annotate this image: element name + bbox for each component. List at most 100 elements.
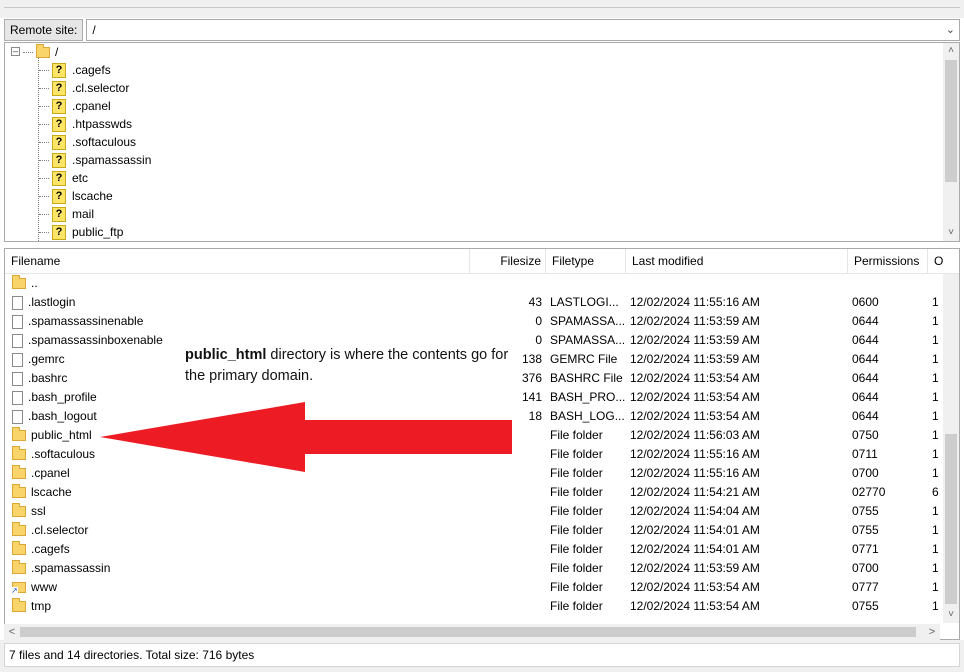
cell-owner: 1 bbox=[932, 466, 939, 480]
tree-node[interactable]: ? public_ftp bbox=[39, 223, 123, 241]
tree-node[interactable]: ? .htpasswds bbox=[39, 115, 132, 133]
cell-filetype bbox=[550, 274, 626, 293]
table-row[interactable]: .cagefs File folder 12/02/2024 11:54:01 AM… bbox=[5, 540, 939, 559]
tree-node[interactable]: ? .cl.selector bbox=[39, 79, 129, 97]
cell-filename: .lastlogin bbox=[12, 293, 467, 312]
tree-node-label: .htpasswds bbox=[72, 117, 133, 131]
question-mark-icon: ? bbox=[52, 98, 66, 114]
cell-permissions: 0755 bbox=[852, 523, 879, 537]
list-horizontal-scrollbar[interactable]: ˂ ˃ bbox=[4, 624, 940, 640]
tree-connector bbox=[39, 87, 49, 89]
table-row[interactable]: .lastlogin 43 LASTLOGI... 12/02/2024 11:55:… bbox=[5, 293, 939, 312]
minus-box-icon[interactable]: – bbox=[11, 47, 20, 56]
question-mark-icon: ? bbox=[52, 224, 66, 240]
table-row[interactable]: tmp File folder 12/02/2024 11:53:54 AM 0755… bbox=[5, 597, 939, 616]
tree-connector bbox=[39, 159, 49, 161]
tree-connector bbox=[39, 231, 49, 233]
cell-filetype: File folder bbox=[550, 504, 603, 518]
cell-last-modified: 12/02/2024 11:55:16 AM bbox=[630, 447, 760, 461]
tree-node[interactable]: ? mail bbox=[39, 205, 94, 223]
remote-path-input[interactable]: / ⌄ bbox=[86, 19, 960, 41]
cell-filename: .. bbox=[12, 274, 467, 293]
tree-node[interactable]: ? .cagefs bbox=[39, 61, 111, 79]
table-row[interactable]: .spamassassinenable 0 SPAMASSA... 12/02/202… bbox=[5, 312, 939, 331]
cell-owner: 6 bbox=[932, 485, 939, 499]
chevron-down-icon[interactable]: ⌄ bbox=[946, 20, 955, 40]
cell-last-modified: 12/02/2024 11:53:54 AM bbox=[630, 390, 760, 404]
cell-permissions: 0644 bbox=[852, 390, 879, 404]
folder-icon bbox=[12, 522, 26, 536]
cell-filetype: BASH_PRO... bbox=[550, 390, 626, 404]
cell-owner: 1 bbox=[932, 580, 939, 594]
column-filesize[interactable]: Filesize bbox=[470, 249, 546, 274]
cell-filename: www bbox=[12, 578, 467, 597]
file-icon bbox=[12, 314, 23, 329]
tree-node[interactable]: ? lscache bbox=[39, 187, 113, 205]
cell-permissions: 0600 bbox=[852, 295, 879, 309]
table-row[interactable]: ssl File folder 12/02/2024 11:54:04 AM 0755… bbox=[5, 502, 939, 521]
tree-node-label: mail bbox=[72, 207, 95, 221]
arrow-up-icon[interactable]: ˄ bbox=[943, 43, 959, 59]
tree-connector bbox=[23, 51, 33, 53]
cell-filetype: File folder bbox=[550, 523, 603, 537]
column-owner[interactable]: O bbox=[928, 249, 959, 274]
cell-last-modified: 12/02/2024 11:53:59 AM bbox=[630, 333, 760, 347]
table-row[interactable]: www File folder 12/02/2024 11:53:54 AM 0777… bbox=[5, 578, 939, 597]
cell-owner: 1 bbox=[932, 599, 939, 613]
tree-node[interactable]: ? etc bbox=[39, 169, 88, 187]
cell-last-modified: 12/02/2024 11:55:16 AM bbox=[630, 466, 760, 480]
column-filetype[interactable]: Filetype bbox=[546, 249, 626, 274]
cell-filetype: File folder bbox=[550, 561, 603, 575]
cell-last-modified: 12/02/2024 11:53:54 AM bbox=[630, 599, 760, 613]
arrow-down-icon[interactable]: ˅ bbox=[943, 225, 959, 241]
table-row[interactable]: .cl.selector File folder 12/02/2024 11:54:… bbox=[5, 521, 939, 540]
tree-connector bbox=[39, 141, 49, 143]
cell-last-modified: 12/02/2024 11:56:03 AM bbox=[630, 428, 760, 442]
column-filename[interactable]: Filename bbox=[5, 249, 470, 274]
filename-label: .spamassassinboxenable bbox=[28, 333, 163, 347]
cell-filesize bbox=[470, 578, 542, 597]
folder-icon bbox=[12, 275, 26, 289]
cell-last-modified: 12/02/2024 11:54:21 AM bbox=[630, 485, 760, 499]
arrow-right-icon[interactable]: ˃ bbox=[924, 624, 940, 640]
cell-filename: .spamassassinenable bbox=[12, 312, 467, 331]
table-row[interactable]: lscache File folder 12/02/2024 11:54:21 AM… bbox=[5, 483, 939, 502]
arrow-down-icon[interactable]: ˅ bbox=[943, 607, 959, 623]
file-icon bbox=[12, 409, 23, 424]
tree-node[interactable]: ? .softaculous bbox=[39, 133, 136, 151]
filename-label: .cl.selector bbox=[31, 523, 89, 537]
cell-filetype: File folder bbox=[550, 485, 603, 499]
folder-icon bbox=[36, 43, 50, 58]
question-mark-icon: ? bbox=[52, 152, 66, 168]
tree-node[interactable]: ? .cpanel bbox=[39, 97, 111, 115]
cell-filesize bbox=[470, 597, 542, 616]
cell-filetype: File folder bbox=[550, 447, 603, 461]
question-mark-icon: ? bbox=[52, 62, 66, 78]
list-scroll-thumb[interactable] bbox=[945, 434, 957, 604]
filename-label: .softaculous bbox=[31, 447, 96, 461]
cell-owner: 1 bbox=[932, 314, 939, 328]
tree-scroll-thumb[interactable] bbox=[945, 60, 957, 182]
column-last-modified[interactable]: Last modified bbox=[626, 249, 848, 274]
question-mark-icon: ? bbox=[52, 80, 66, 96]
table-row[interactable]: .spamassassin File folder 12/02/2024 11:53… bbox=[5, 559, 939, 578]
tree-vertical-scrollbar[interactable]: ˄ ˅ bbox=[943, 43, 959, 241]
cell-filesize: 43 bbox=[528, 295, 542, 309]
cell-filetype: BASH_LOG... bbox=[550, 409, 625, 423]
cell-owner: 1 bbox=[932, 333, 939, 347]
horizontal-scroll-thumb[interactable] bbox=[20, 627, 916, 637]
column-permissions[interactable]: Permissions bbox=[848, 249, 928, 274]
table-row[interactable]: .. bbox=[5, 274, 939, 293]
filename-label: tmp bbox=[31, 599, 52, 613]
list-vertical-scrollbar[interactable]: ˅ bbox=[943, 274, 959, 623]
file-list-header: Filename Filesize Filetype Last modified… bbox=[5, 249, 959, 274]
tree-node-label: etc bbox=[72, 171, 89, 185]
cell-filesize bbox=[470, 483, 542, 502]
arrow-left-icon[interactable]: ˂ bbox=[4, 624, 20, 640]
status-text: 7 files and 14 directories. Total size: … bbox=[4, 643, 960, 667]
tree-node-root[interactable]: / bbox=[23, 43, 58, 61]
cell-filetype: BASHRC File bbox=[550, 371, 623, 385]
remote-tree[interactable]: – / ? .cagefs? .cl.selector? .cpanel? .htpas… bbox=[4, 42, 960, 242]
cell-filename: .cagefs bbox=[12, 540, 467, 559]
tree-node[interactable]: ? .spamassassin bbox=[39, 151, 151, 169]
